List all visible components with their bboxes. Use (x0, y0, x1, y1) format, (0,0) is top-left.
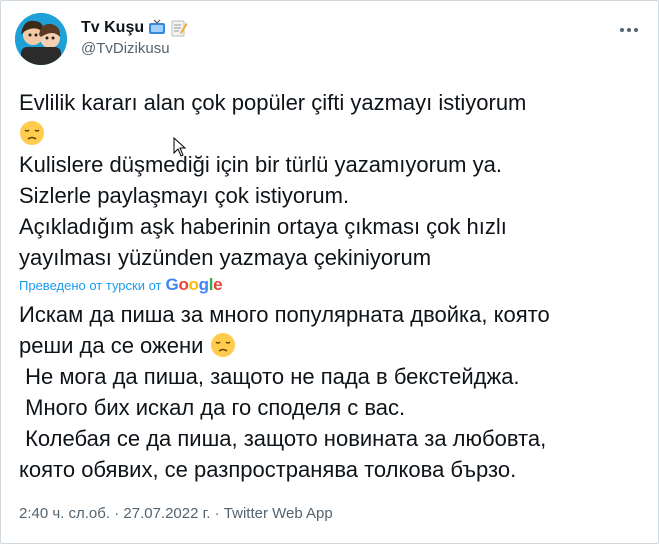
memo-icon (170, 19, 188, 37)
mouse-cursor-icon (173, 136, 187, 162)
tweet-metadata: 2:40 ч. сл.об. · 27.07.2022 г. · Twitter… (19, 505, 333, 522)
tweet-date[interactable]: 27.07.2022 г. (123, 505, 210, 522)
translation-credit[interactable]: Преведено от турски от Google (19, 275, 223, 295)
tweet-header: Tv Kuşu @TvDizikusu (15, 13, 644, 69)
more-horizontal-icon (620, 28, 638, 32)
handle[interactable]: @TvDizikusu (81, 40, 188, 57)
avatar[interactable] (15, 13, 67, 65)
original-line: Sizlerle paylaşmayı çok istiyorum. (19, 183, 350, 208)
original-line: Açıkladığım aşk haberinin ortaya çıkması… (19, 214, 507, 239)
translation-credit-text[interactable]: Преведено от турски от (19, 278, 162, 293)
tweet-translated-text: Искам да пиша за много популярната двойк… (19, 299, 644, 485)
display-name[interactable]: Tv Kuşu (81, 19, 144, 37)
tweet-source[interactable]: Twitter Web App (224, 505, 333, 522)
translated-line: Много бих искал да го споделя с вас. (19, 395, 406, 420)
pensive-face-icon (19, 120, 45, 146)
google-logo: Google (165, 275, 223, 294)
tv-icon (148, 19, 166, 37)
translated-line: реши да се ожени (19, 333, 204, 358)
meta-separator: · (214, 505, 220, 522)
tweet-time[interactable]: 2:40 ч. сл.об. (19, 505, 110, 522)
translated-line: която обявих, се разпространява толкова … (19, 457, 517, 482)
translated-line: Колебая се да пиша, защото новината за л… (19, 426, 547, 451)
meta-separator: · (114, 505, 120, 522)
tweet-card: Tv Kuşu @TvDizikusu Evlilik kararı alan … (0, 0, 659, 544)
translated-line: Искам да пиша за много популярната двойк… (19, 302, 550, 327)
more-options-button[interactable] (616, 17, 642, 43)
display-name-row[interactable]: Tv Kuşu (81, 19, 188, 37)
original-line: Kulislere düşmediği için bir türlü yazam… (19, 152, 502, 177)
original-line: Evlilik kararı alan çok popüler çifti ya… (19, 90, 527, 115)
translated-line-with-emoji: реши да се ожени (19, 330, 644, 361)
emoji-line (19, 118, 644, 149)
author-names: Tv Kuşu @TvDizikusu (81, 19, 188, 57)
original-line: yayılması yüzünden yazmaya çekiniyorum (19, 245, 432, 270)
translated-line: Не мога да пиша, защото не пада в бексте… (19, 364, 520, 389)
pensive-face-icon (210, 332, 236, 358)
tweet-original-text: Evlilik kararı alan çok popüler çifti ya… (19, 87, 644, 273)
